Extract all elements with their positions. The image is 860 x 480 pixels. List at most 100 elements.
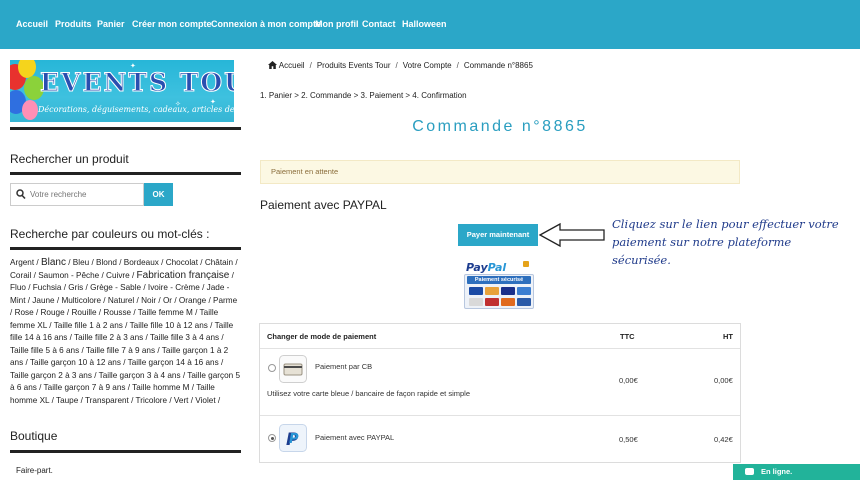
tag-link[interactable]: Taille garçon 10 à 12 ans (30, 358, 121, 367)
payment-status-alert: Paiement en attente (260, 160, 740, 184)
nav-item-accueil[interactable]: Accueil (16, 19, 48, 29)
tag-link[interactable]: Cuivre (106, 271, 130, 280)
nav-item-produits[interactable]: Produits (55, 19, 92, 29)
tag-link[interactable]: Taupe (56, 396, 78, 405)
tag-separator: / (25, 283, 33, 292)
nav-item-mon-profil[interactable]: Mon profil (315, 19, 359, 29)
tag-link[interactable]: Parme (213, 296, 237, 305)
nav-item-creer-compte[interactable]: Créer mon compte (132, 19, 212, 29)
nav-item-contact[interactable]: Contact (362, 19, 396, 29)
breadcrumb-item-compte[interactable]: Votre Compte (403, 61, 452, 70)
tag-link[interactable]: Chocolat (166, 258, 198, 267)
tag-link[interactable]: Rouille (71, 308, 96, 317)
tag-link[interactable]: Rose (15, 308, 34, 317)
tag-link[interactable]: Jaune (32, 296, 54, 305)
tag-link[interactable]: Saumon - Pêche (38, 271, 99, 280)
tag-separator: / (89, 258, 97, 267)
tag-separator: / (49, 395, 56, 405)
table-header-ttc: TTC (620, 332, 635, 341)
tag-link[interactable]: Taille fille 1 à 2 ans (54, 321, 123, 330)
tag-separator: / (33, 308, 41, 317)
tag-link[interactable]: Taille fille 10 à 12 ans (130, 321, 208, 330)
search-box (10, 183, 144, 206)
tag-link[interactable]: Multicolore (61, 296, 101, 305)
breadcrumb-item-produits[interactable]: Produits Events Tour (317, 61, 391, 70)
nav-item-panier[interactable]: Panier (97, 19, 125, 29)
tag-link[interactable]: Orange (179, 296, 206, 305)
paypal-icon: P P (279, 424, 307, 452)
tag-link[interactable]: Taille garçon 7 à 9 ans (44, 383, 126, 392)
home-icon (268, 61, 277, 69)
tag-link[interactable]: Blond (96, 258, 117, 267)
tag-link[interactable]: Corail (10, 271, 31, 280)
tag-link[interactable]: Bleu (73, 258, 89, 267)
secure-payment-badge: Paiement sécurisé (464, 274, 534, 309)
tag-link[interactable]: Taille garçon 2 à 3 ans (10, 371, 92, 380)
tag-link[interactable]: Rousse (103, 308, 131, 317)
live-chat-button[interactable]: En ligne. (733, 464, 860, 480)
visa-icon (501, 287, 515, 295)
nav-item-halloween[interactable]: Halloween (402, 19, 447, 29)
tag-link[interactable]: Vert (174, 396, 189, 405)
tag-link[interactable]: Taille garçon 3 à 4 ans (99, 371, 181, 380)
tag-separator: / (23, 358, 30, 367)
tag-separator: / (219, 333, 224, 342)
radio-paiement-paypal[interactable] (268, 434, 276, 442)
search-input[interactable] (30, 186, 142, 203)
tag-link[interactable]: Châtain (205, 258, 233, 267)
tag-link[interactable]: Tricolore (136, 396, 168, 405)
tag-link[interactable]: Bordeaux (124, 258, 159, 267)
tag-link[interactable]: Argent (10, 258, 34, 267)
tag-link[interactable]: Taille fille 7 à 9 ans (86, 346, 155, 355)
paypal-secure-logo[interactable]: PayPal Paiement sécurisé (464, 261, 536, 309)
table-header-ht: HT (723, 332, 733, 341)
tag-link[interactable]: Fluo (10, 283, 26, 292)
method-label-cb[interactable]: Paiement par CB (315, 362, 372, 371)
tag-link[interactable]: Taille fille 2 à 3 ans (74, 333, 143, 342)
nav-item-connexion[interactable]: Connexion à mon compte (211, 19, 321, 29)
search-ok-button[interactable]: OK (144, 183, 173, 206)
tag-separator: / (122, 320, 130, 330)
method-label-paypal[interactable]: Paiement avec PAYPAL (315, 433, 394, 442)
logo-title: EVENTS TOUR (40, 68, 234, 98)
row-divider (260, 415, 740, 416)
tag-link[interactable]: Taille fille 5 à 6 ans (10, 346, 79, 355)
divider (10, 450, 241, 453)
tag-link[interactable]: Naturel (108, 296, 134, 305)
tag-link[interactable]: Fuchsia (33, 283, 62, 292)
radio-paiement-cb[interactable] (268, 364, 276, 372)
breadcrumb-item-accueil[interactable]: Accueil (279, 61, 305, 70)
tag-separator: / (207, 320, 215, 330)
chat-status-label: En ligne. (761, 467, 793, 476)
tag-separator: / (65, 258, 73, 267)
tag-link[interactable]: Taille garçon 14 à 16 ans (128, 358, 219, 367)
amex-icon (517, 287, 531, 295)
tag-separator: / (131, 308, 138, 317)
tag-link[interactable]: Gris (68, 283, 83, 292)
balloon-shape (22, 100, 38, 120)
payment-heading: Paiement avec PAYPAL (260, 198, 387, 212)
tag-link[interactable]: Or (163, 296, 172, 305)
tag-link[interactable]: Taille homme M (132, 383, 189, 392)
tag-link[interactable]: Ivoire - Crème (148, 283, 200, 292)
tag-link[interactable]: Taille femme M (138, 308, 193, 317)
tag-link[interactable]: Violet (195, 396, 215, 405)
tag-link[interactable]: Transparent (85, 396, 129, 405)
pay-now-button[interactable]: Payer maintenant (458, 224, 538, 246)
tag-link[interactable]: Grège - Sable (90, 283, 141, 292)
site-logo[interactable]: ✦ ✦ ✧ EVENTS TOUR Décorations, déguiseme… (10, 60, 234, 122)
tag-link[interactable]: Taille fille 3 à 4 ans (150, 333, 219, 342)
secure-payment-label: Paiement sécurisé (467, 276, 531, 284)
tag-link[interactable]: Noir (141, 296, 156, 305)
tag-link[interactable]: Fabrication française (137, 270, 230, 281)
boutique-item[interactable]: Faire-part. (16, 466, 53, 475)
tag-separator: / (229, 270, 234, 280)
tag-separator: / (143, 333, 150, 342)
tag-separator: / (167, 395, 174, 405)
card-icon (485, 298, 499, 306)
tag-separator: / (192, 308, 200, 317)
tag-link[interactable]: Rouge (41, 308, 65, 317)
chat-bubble-icon (745, 468, 754, 475)
divider (10, 127, 241, 130)
tag-link[interactable]: Blanc (41, 257, 66, 268)
